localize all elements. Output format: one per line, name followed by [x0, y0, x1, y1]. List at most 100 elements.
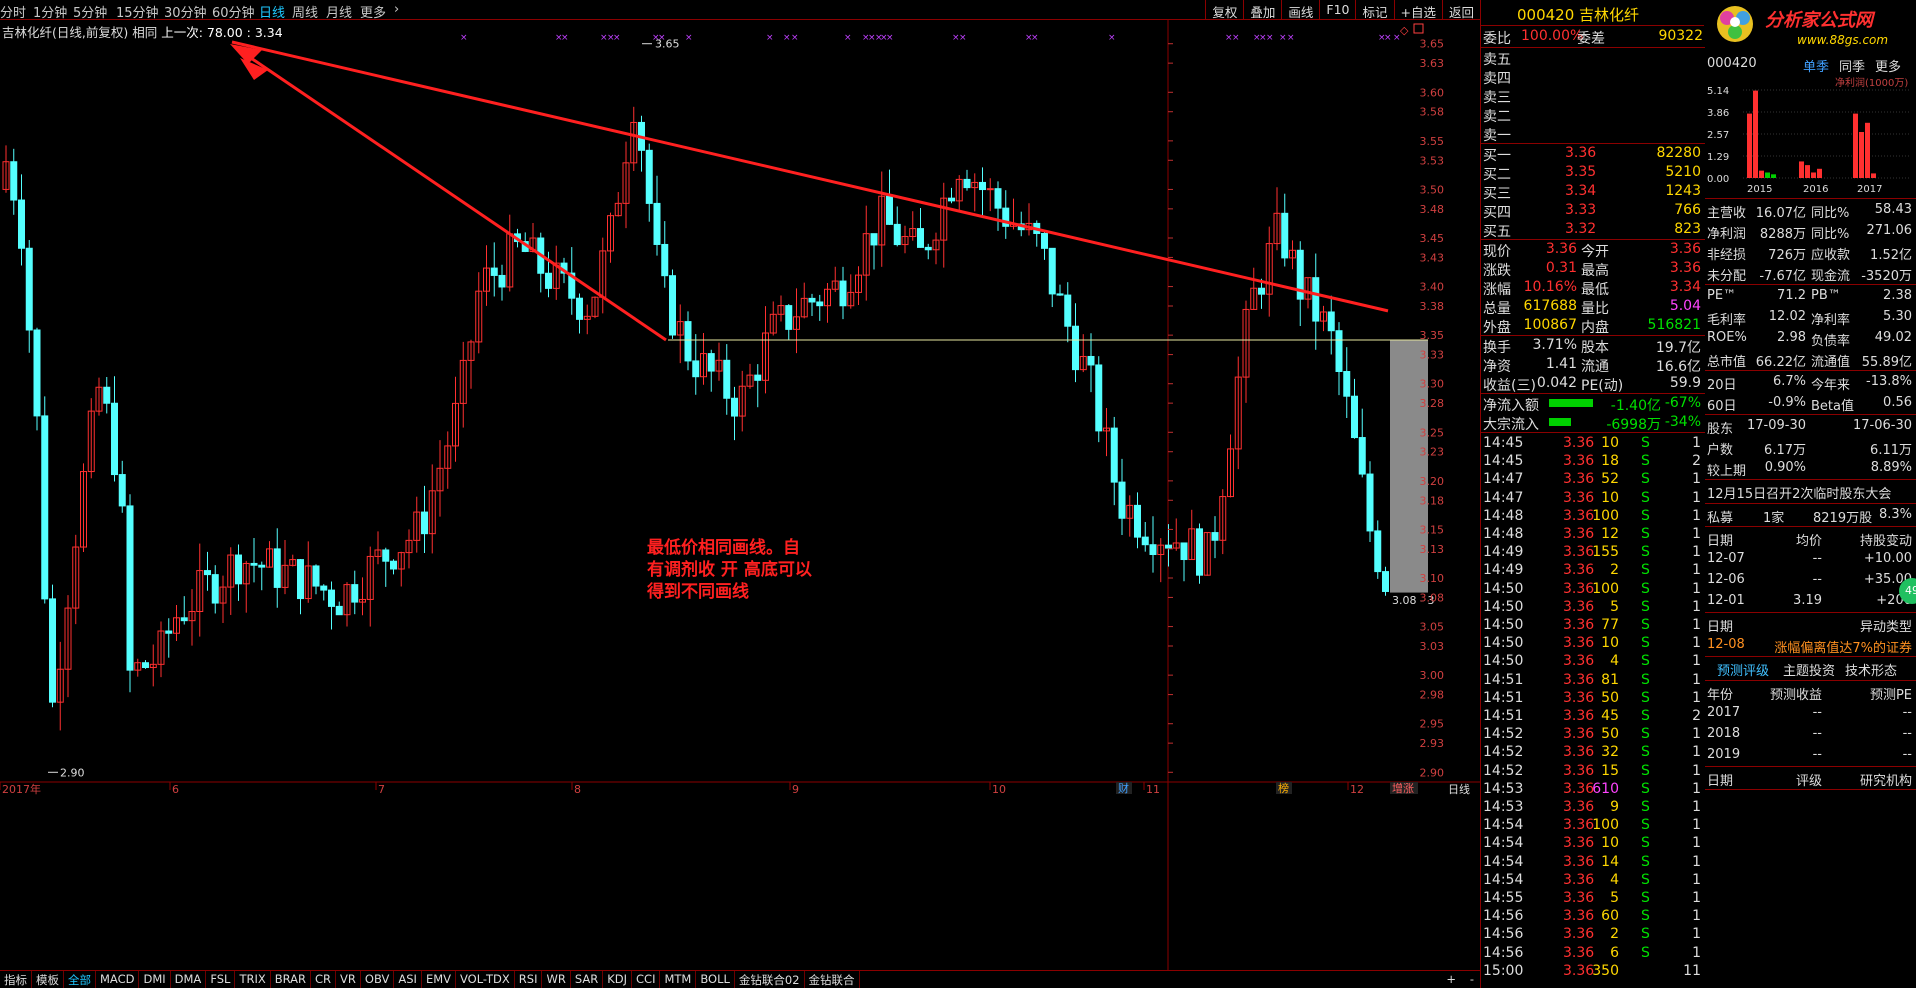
f10-tab[interactable]: 单季 — [1803, 56, 1829, 75]
holder-value: 6.17万 — [1764, 443, 1806, 458]
indicator-tab[interactable]: OBV — [361, 971, 395, 988]
candle-body — [103, 386, 111, 404]
indicator-tab[interactable]: VR — [336, 971, 361, 988]
indicator-tab[interactable]: 金钻联合 — [805, 971, 860, 988]
indicator-tab[interactable]: 模板 — [32, 971, 64, 988]
adjust-button[interactable]: 复权 — [1205, 0, 1243, 20]
tick-side: S — [1641, 835, 1650, 852]
f10-button[interactable]: F10 — [1319, 0, 1355, 20]
profit-bar — [1771, 174, 1776, 178]
period-monthly[interactable]: 月线 — [326, 2, 352, 21]
col-3: +10.00 — [1863, 551, 1912, 566]
bid-price: 3.33 — [1565, 202, 1597, 218]
tick-price: 3.36 — [1563, 744, 1595, 761]
f10-tab[interactable]: 更多 — [1875, 56, 1901, 75]
period-60min[interactable]: 60分钟 — [212, 2, 255, 21]
chevron-right-icon[interactable]: › — [394, 2, 399, 17]
tick-count: 2 — [1692, 708, 1701, 724]
mark-button[interactable]: 标记 — [1355, 0, 1393, 20]
forecast-tab[interactable]: 主题投资 — [1783, 660, 1835, 679]
add-watchlist-button[interactable]: +自选 — [1393, 0, 1442, 20]
tick-volume: 10 — [1601, 435, 1619, 451]
indicator-tab[interactable]: VOL-TDX — [456, 971, 515, 988]
quote-row: 委比 100.00% 委差 90322 — [1481, 27, 1705, 47]
indicator-tab[interactable]: ASI — [394, 971, 422, 988]
period-1min[interactable]: 1分钟 — [33, 2, 67, 21]
year-label: 2015 — [1747, 184, 1772, 195]
tick-side: S — [1641, 944, 1650, 961]
tick-time: 14:52 — [1483, 726, 1524, 743]
tick-price: 3.36 — [1563, 926, 1595, 943]
indicator-tab[interactable]: 指标 — [0, 971, 32, 988]
indicator-tab[interactable]: 全部 — [64, 971, 96, 988]
overlay-button[interactable]: 叠加 — [1243, 0, 1281, 20]
bid-volume: 1243 — [1665, 183, 1701, 199]
indicator-tab[interactable]: DMI — [139, 971, 171, 988]
forecast-tab[interactable]: 预测评级 — [1717, 660, 1769, 679]
indicator-tab[interactable]: DMA — [171, 971, 207, 988]
f10-row: 较上期 0.90% 8.89% — [1705, 458, 1916, 479]
fin-label: 总市值 — [1707, 355, 1747, 370]
stat-value: 3.71% — [1532, 337, 1577, 353]
period-5min[interactable]: 5分钟 — [73, 2, 107, 21]
quote-row: 14:47 3.36 52 S 1 — [1481, 470, 1705, 488]
indicator-tab[interactable]: SAR — [571, 971, 604, 988]
indicator-tab[interactable]: TRIX — [235, 971, 271, 988]
fin-value: 0.56 — [1883, 395, 1912, 410]
candle-body — [351, 584, 359, 603]
indicator-tab[interactable]: FSL — [206, 971, 236, 988]
tick-count: 1 — [1692, 617, 1701, 633]
candle-body — [924, 246, 932, 251]
kline-chart[interactable]: × ×× × ×× ×× × × × × × ×× ××× × × ×× × × × ×× × × × ×× × 3.08 -… — [0, 20, 1480, 970]
indicator-tab[interactable]: BOLL — [696, 971, 735, 988]
indicator-tab[interactable]: RSI — [515, 971, 543, 988]
col-1: 日期 — [1707, 534, 1734, 549]
holder-label: 较上期 — [1707, 464, 1747, 479]
period-30min[interactable]: 30分钟 — [164, 2, 207, 21]
signal-marker: × — [886, 33, 894, 43]
period-intraday[interactable]: 分时 — [0, 2, 26, 21]
period-daily[interactable]: 日线 — [259, 2, 285, 21]
add-indicator-button[interactable]: + — [1446, 972, 1456, 986]
quote-row: 14:51 3.36 50 S 1 — [1481, 689, 1705, 707]
candle-body — [1343, 371, 1351, 397]
draw-line-button[interactable]: 画线 — [1281, 0, 1319, 20]
tick-side: S — [1641, 708, 1650, 724]
fin-label: PE™ — [1707, 288, 1737, 303]
y-tick-label: 3.53 — [1420, 154, 1445, 167]
f10-tab[interactable]: 同季 — [1839, 56, 1865, 75]
indicator-tab[interactable]: MACD — [96, 971, 140, 988]
tick-side: S — [1641, 689, 1650, 706]
period-15min[interactable]: 15分钟 — [116, 2, 159, 21]
ask-label: 卖二 — [1483, 109, 1511, 125]
candle-body — [1374, 530, 1382, 573]
quote-row: 14:53 3.36 610 S 1 — [1481, 780, 1705, 798]
remove-indicator-button[interactable]: - — [1470, 972, 1474, 986]
indicator-tab[interactable]: 金钻联合02 — [735, 971, 805, 988]
candle-body — [1110, 427, 1118, 483]
back-button[interactable]: 返回 — [1441, 0, 1480, 20]
forecast-tab[interactable]: 技术形态 — [1845, 660, 1897, 679]
indicator-tab[interactable]: CR — [311, 971, 337, 988]
period-weekly[interactable]: 周线 — [292, 2, 318, 21]
indicator-tab[interactable]: EMV — [422, 971, 456, 988]
col-3: -- — [1902, 747, 1912, 762]
candle-body — [1041, 232, 1048, 249]
indicator-tab[interactable]: CCI — [632, 971, 661, 988]
tick-count: 1 — [1692, 726, 1701, 743]
fin-label: 60日 — [1707, 399, 1737, 414]
candle-body — [165, 630, 173, 634]
indicator-tab[interactable]: WR — [542, 971, 571, 988]
col-2: 预测收益 — [1769, 688, 1822, 703]
indicator-tab[interactable]: MTM — [660, 971, 697, 988]
indicator-tab[interactable]: KDJ — [603, 971, 633, 988]
stat-label: 现价 — [1483, 244, 1511, 260]
col-3: 预测PE — [1869, 688, 1912, 703]
period-more[interactable]: 更多 — [360, 2, 386, 21]
col-2: 均价 — [1795, 534, 1822, 549]
flow-label: 净流入额 — [1483, 398, 1539, 414]
candle-body — [250, 562, 258, 566]
candle-body — [684, 321, 692, 362]
indicator-tab[interactable]: BRAR — [271, 971, 312, 988]
tick-count: 1 — [1692, 744, 1701, 761]
